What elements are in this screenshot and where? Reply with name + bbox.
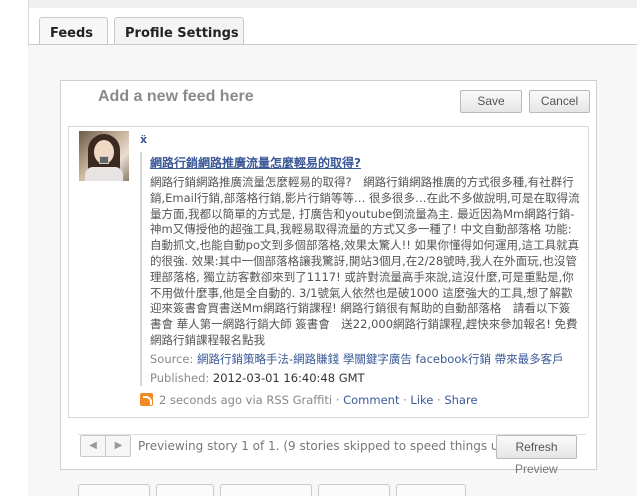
published-value: 2012-03-01 16:40:48 GMT — [212, 370, 365, 385]
separator-dot: · — [437, 393, 441, 407]
bottom-tab[interactable] — [396, 484, 466, 496]
separator-dot: · — [335, 393, 340, 407]
bottom-tab[interactable] — [220, 484, 312, 496]
story-source: Source: 網路行銷策略手法-網路賺錢 學關鍵字廣告 facebook行銷 … — [150, 352, 580, 368]
tab-feeds[interactable]: Feeds — [39, 17, 108, 46]
like-link[interactable]: Like — [410, 393, 433, 407]
bottom-tab[interactable] — [318, 484, 390, 496]
app-window: Feeds Profile Settings Add a new feed he… — [0, 0, 637, 496]
avatar — [79, 131, 129, 181]
published-label: Published: — [150, 370, 210, 385]
story-content: 網路行銷網路推廣流量怎麼輕易的取得? 網路行銷網路推廣流量怎麼輕易的取得? 網路… — [140, 152, 580, 387]
previous-story-button[interactable]: ◀ — [81, 436, 106, 456]
cancel-button[interactable]: Cancel — [529, 90, 590, 113]
source-label: Source: — [150, 351, 194, 366]
story-footer: 2 seconds ago via RSS Graffiti · Comment… — [140, 393, 478, 407]
bottom-tab[interactable] — [78, 484, 150, 496]
share-link[interactable]: Share — [444, 393, 477, 407]
story-title[interactable]: 網路行銷網路推廣流量怎麼輕易的取得? — [150, 155, 580, 172]
bottom-tab[interactable] — [156, 484, 214, 496]
add-feed-heading[interactable]: Add a new feed here — [98, 88, 254, 106]
rss-graffiti-icon — [140, 393, 153, 406]
avatar-shirt — [85, 167, 123, 181]
save-button[interactable]: Save — [460, 90, 522, 113]
refresh-button[interactable]: Refresh — [496, 435, 577, 459]
preview-caption: Preview — [515, 462, 558, 476]
story-pager: ◀ ▶ — [80, 435, 131, 457]
story-body: 網路行銷網路推廣流量怎麼輕易的取得? 網路行銷網路推廣的方式很多種,有社群行銷,… — [150, 175, 580, 347]
avatar-phone — [99, 156, 109, 164]
story-published: Published: 2012-03-01 16:40:48 GMT — [150, 371, 580, 387]
preview-status: Previewing story 1 of 1. (9 stories skip… — [138, 439, 515, 453]
next-story-button[interactable]: ▶ — [106, 436, 131, 456]
tab-profile-settings[interactable]: Profile Settings — [114, 17, 244, 45]
separator-dot: · — [403, 393, 407, 407]
app-icon: ẍ — [140, 133, 148, 146]
source-link[interactable]: 網路行銷策略手法-網路賺錢 學關鍵字廣告 facebook行銷 帶來最多客戶 — [197, 352, 564, 366]
page-top-strip — [28, 0, 637, 8]
comment-link[interactable]: Comment — [343, 393, 399, 407]
posted-ago: 2 seconds ago via RSS Graffiti — [159, 393, 333, 407]
